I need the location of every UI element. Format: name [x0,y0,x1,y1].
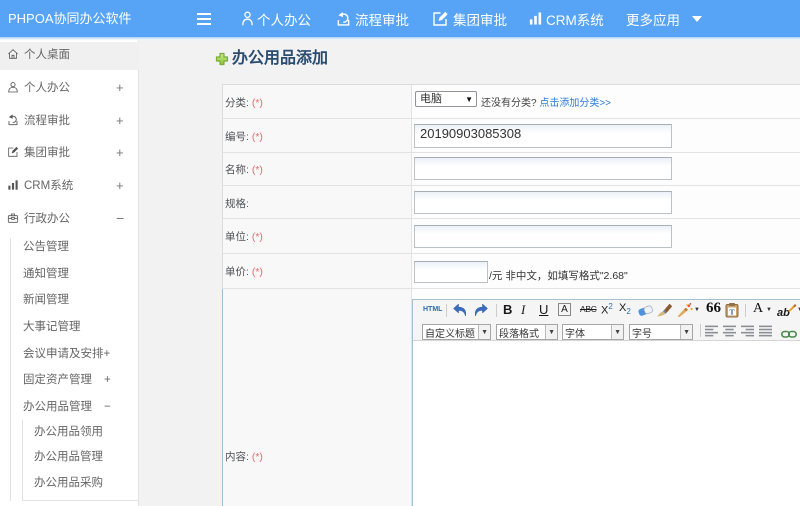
svg-text:T: T [729,307,734,316]
